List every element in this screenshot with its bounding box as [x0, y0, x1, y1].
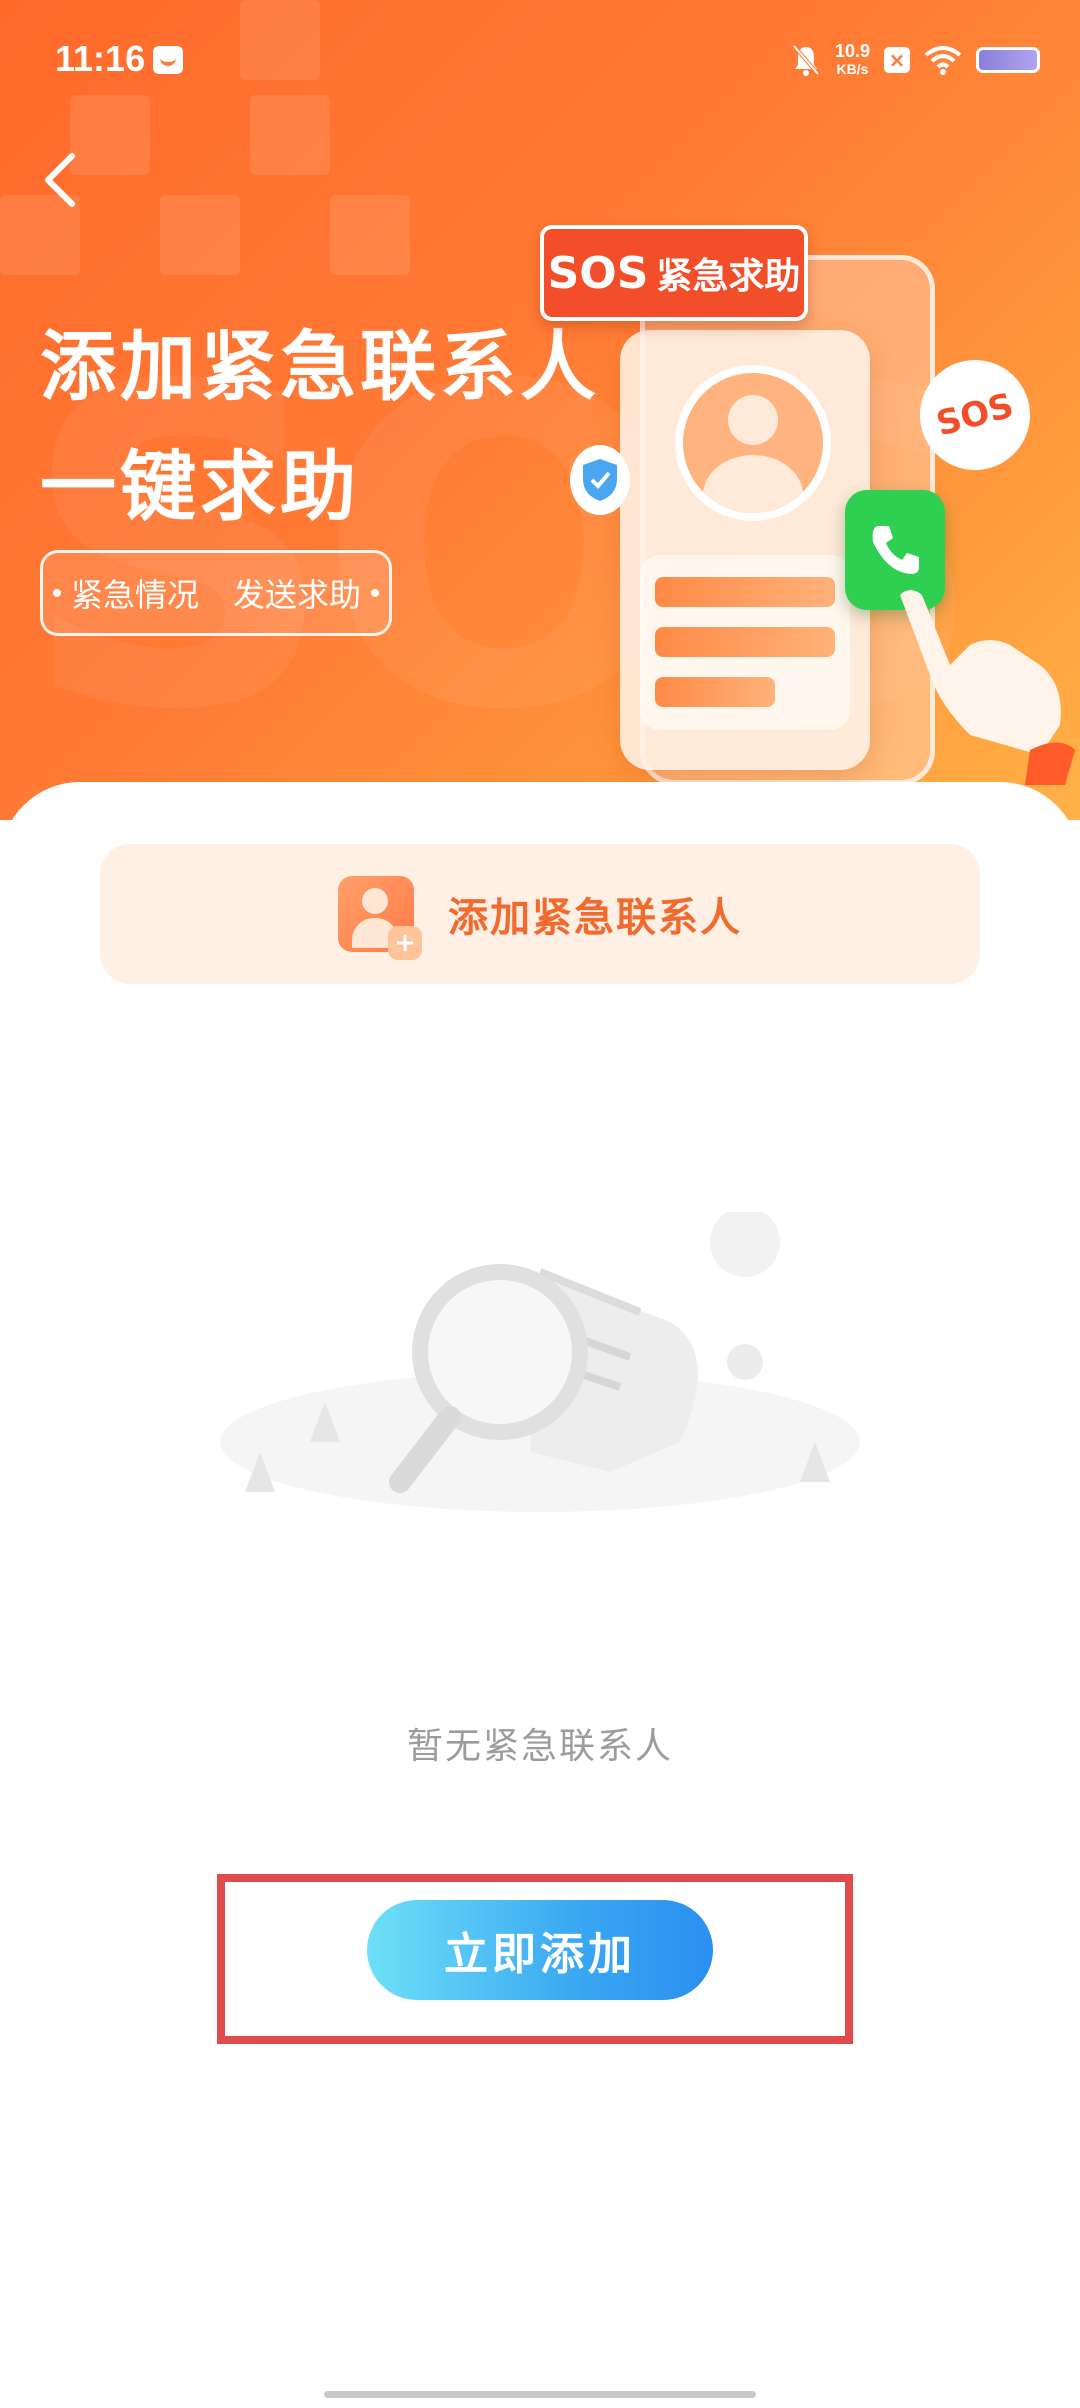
add-now-button[interactable]: 立即添加 — [367, 1900, 713, 2000]
add-emergency-contact-button[interactable]: + 添加紧急联系人 — [100, 844, 980, 984]
hero-tagline: 紧急情况 发送求助 — [40, 550, 392, 636]
add-contact-icon: + — [338, 876, 422, 960]
hero-banner: SOS 11:16 10.9 KB/s × 添加紧急联系人 一键求助 紧急情况 … — [0, 0, 1080, 820]
bg-tile — [160, 195, 240, 275]
bullet-dot — [371, 589, 380, 597]
avatar-head — [728, 395, 778, 445]
tagline-left: 紧急情况 — [70, 576, 199, 614]
sos-tag: SOS 紧急求助 — [540, 225, 808, 321]
bg-tile — [330, 195, 410, 275]
status-bar: 11:16 10.9 KB/s × — [0, 0, 1080, 120]
plus-icon: + — [388, 926, 422, 960]
card-text-lines — [640, 555, 850, 730]
network-speed-unit: KB/s — [836, 61, 869, 77]
home-indicator[interactable] — [324, 2391, 756, 2398]
hero-title-line1: 添加紧急联系人 — [40, 322, 600, 411]
add-contact-label: 添加紧急联系人 — [448, 895, 742, 941]
close-notification-icon: × — [884, 47, 910, 73]
tagline-right: 发送求助 — [233, 576, 362, 614]
card-line — [655, 677, 775, 707]
empty-search-illustration — [220, 1212, 860, 1512]
avatar-body — [703, 455, 803, 513]
network-speed: 10.9 KB/s — [835, 42, 870, 78]
shield-icon — [583, 459, 617, 501]
status-time: 11:16 — [55, 38, 146, 79]
sos-illustration: SOS 紧急求助 SOS — [540, 200, 1080, 800]
pointing-hand-icon — [900, 590, 1075, 785]
card-line — [655, 577, 835, 607]
battery-icon — [976, 47, 1040, 73]
person-head — [362, 888, 388, 914]
bullet-dot — [52, 589, 61, 597]
back-arrow-icon[interactable] — [38, 150, 82, 210]
empty-state-message: 暂无紧急联系人 — [406, 1726, 673, 1767]
message-notification-icon — [153, 46, 183, 74]
sos-tag-cn: 紧急求助 — [656, 256, 801, 297]
mute-bell-icon — [792, 44, 820, 76]
sos-tag-en: SOS — [547, 247, 649, 299]
hero-title-line2: 一键求助 — [40, 442, 360, 531]
card-line — [655, 627, 835, 657]
wifi-icon — [924, 46, 962, 75]
network-speed-value: 10.9 — [834, 41, 870, 61]
status-icons: 10.9 KB/s × — [791, 40, 1040, 80]
content-sheet: + 添加紧急联系人 暂无紧急联系人 立即添加 — [0, 782, 1080, 2408]
phone-handset-icon — [872, 526, 919, 574]
shield-check-icon — [570, 445, 630, 515]
avatar-icon — [675, 365, 831, 521]
